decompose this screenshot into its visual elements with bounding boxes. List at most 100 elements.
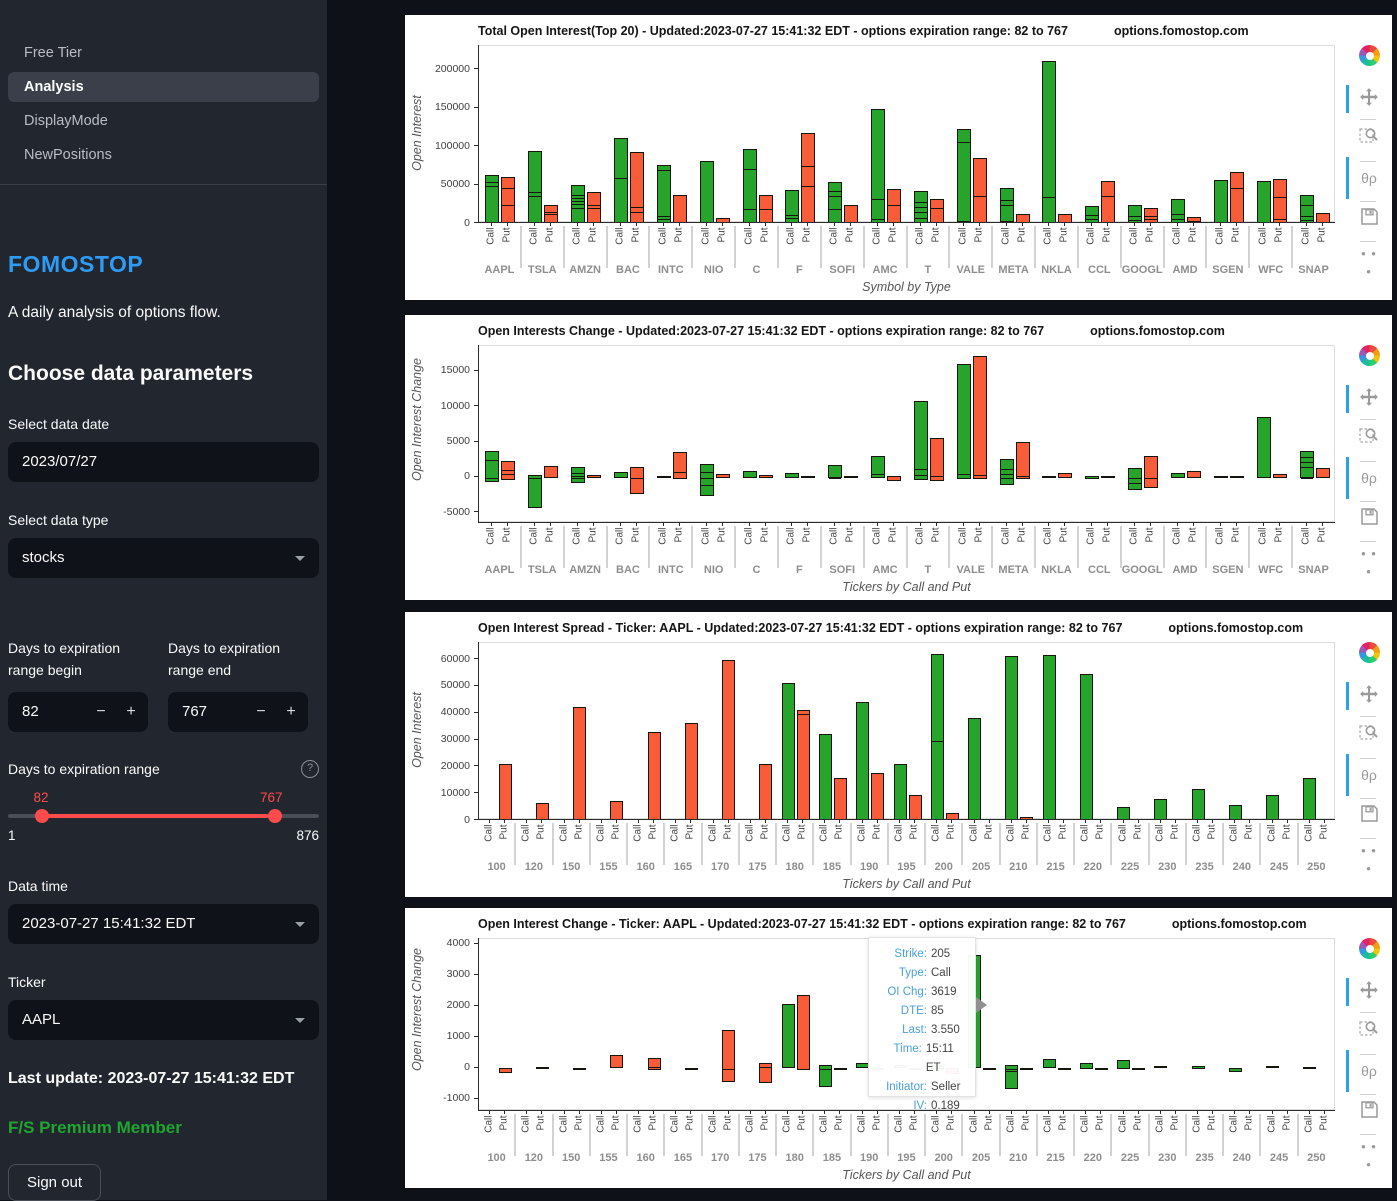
bar-sublabel-call: Call xyxy=(1042,1115,1054,1133)
data-type-select[interactable]: stocks xyxy=(8,538,319,578)
bar-sublabel-call: Call xyxy=(485,227,497,245)
nav-item-free-tier[interactable]: Free Tier xyxy=(8,38,319,68)
x-tick xyxy=(1305,222,1307,226)
bar-sublabel-call: Call xyxy=(1085,227,1097,245)
active-tool-indicator xyxy=(1346,457,1349,499)
bokeh-logo[interactable] xyxy=(1359,938,1380,959)
save-icon[interactable] xyxy=(1357,507,1381,531)
bar-segment-divider xyxy=(630,477,643,479)
bar-segment-divider xyxy=(1129,477,1142,479)
pan-icon[interactable] xyxy=(1357,387,1381,411)
bar-put-155 xyxy=(610,801,624,820)
bar-sublabel-put: Put xyxy=(1243,824,1255,840)
nav-item-analysis[interactable]: Analysis xyxy=(8,72,319,102)
x-tick xyxy=(619,222,621,226)
group-label-225: 225 xyxy=(1120,1152,1140,1164)
brand-title: FOMOSTOP xyxy=(8,251,144,277)
pan-icon[interactable] xyxy=(1357,87,1381,111)
help-icon[interactable]: ? xyxy=(301,760,319,778)
group-label-VALE: VALE xyxy=(956,564,986,576)
bar-sublabel-call: Call xyxy=(1079,824,1091,842)
group-label-170: 170 xyxy=(711,1152,730,1164)
active-tool-indicator xyxy=(1346,754,1349,796)
bar-call-WFC xyxy=(1256,416,1271,479)
data-time-label: Data time xyxy=(8,878,68,894)
x-tick xyxy=(550,222,552,226)
pan-icon[interactable] xyxy=(1357,980,1381,1004)
hover-icon[interactable]: θρ xyxy=(1357,764,1381,788)
bar-sublabel-put: Put xyxy=(647,1115,659,1131)
active-tool-indicator xyxy=(1346,1050,1349,1092)
hover-icon[interactable]: θρ xyxy=(1357,167,1381,191)
sign-out-button[interactable]: Sign out xyxy=(8,1164,102,1201)
data-time-select[interactable]: 2023-07-27 15:41:32 EDT xyxy=(8,904,319,944)
bar-sublabel-call: Call xyxy=(968,824,980,842)
save-icon[interactable] xyxy=(1357,207,1381,231)
x-tick xyxy=(951,819,953,823)
more-icon[interactable]: • • • xyxy=(1357,545,1381,579)
slider-handle-high[interactable] xyxy=(268,809,282,823)
group-label-SNAP: SNAP xyxy=(1298,564,1329,576)
bar-sublabel-put: Put xyxy=(1316,227,1328,243)
bar-segment-divider xyxy=(1172,213,1185,215)
bar-put-INTC xyxy=(672,194,687,224)
bar-segment-divider xyxy=(973,195,986,197)
hover-icon[interactable]: θρ xyxy=(1357,1060,1381,1084)
bar-call-AMD xyxy=(1171,472,1186,479)
more-icon[interactable]: • • • xyxy=(1357,842,1381,876)
dte-end-decrement-button[interactable]: − xyxy=(248,692,274,732)
dte-begin-input[interactable]: 82 − + xyxy=(8,692,148,732)
bar-sublabel-call: Call xyxy=(893,1115,905,1133)
bar-sublabel-put: Put xyxy=(983,1115,995,1131)
bar-segment-divider xyxy=(1273,197,1286,199)
dte-end-input[interactable]: 767 − + xyxy=(168,692,308,732)
save-icon[interactable] xyxy=(1357,1100,1381,1124)
bar-segment-divider xyxy=(1102,195,1115,197)
bar-call-SOFI xyxy=(828,464,843,479)
dte-end-increment-button[interactable]: + xyxy=(278,692,304,732)
bar-sublabel-put: Put xyxy=(535,824,547,840)
nav-item-displaymode[interactable]: DisplayMode xyxy=(8,106,319,136)
x-tick xyxy=(787,819,789,823)
bar-put-GOOGL xyxy=(1144,207,1159,223)
chevron-down-icon xyxy=(295,922,305,927)
y-axis-line xyxy=(478,345,479,522)
hover-icon[interactable]: θρ xyxy=(1357,467,1381,491)
modebar-separator xyxy=(1360,1094,1376,1095)
bar-put-T xyxy=(929,199,944,223)
more-icon[interactable]: • • • xyxy=(1357,1138,1381,1172)
box-zoom-icon[interactable] xyxy=(1357,1018,1381,1042)
bar-sublabel-put: Put xyxy=(630,227,642,243)
x-axis-line xyxy=(478,222,1335,223)
save-icon[interactable] xyxy=(1357,804,1381,828)
data-type-label: Select data type xyxy=(8,512,109,528)
dte-begin-decrement-button[interactable]: − xyxy=(88,692,114,732)
last-update-text: Last update: 2023-07-27 15:41:32 EDT xyxy=(8,1070,295,1087)
bokeh-logo[interactable] xyxy=(1359,642,1380,663)
box-zoom-icon[interactable] xyxy=(1357,722,1381,746)
group-separator xyxy=(551,823,554,865)
bar-sublabel-put: Put xyxy=(930,527,942,543)
bar-call-AMC xyxy=(871,109,886,223)
group-separator xyxy=(862,526,865,568)
tooltip-row: Strike: 205 xyxy=(877,945,967,964)
bar-sublabel-put: Put xyxy=(501,227,513,243)
bar-segment-divider xyxy=(914,217,927,219)
slider-handle-low[interactable] xyxy=(35,809,50,823)
bokeh-logo[interactable] xyxy=(1359,345,1380,366)
more-icon[interactable]: • • • xyxy=(1357,245,1381,279)
group-label-185: 185 xyxy=(822,861,842,873)
nav-item-newpositions[interactable]: NewPositions xyxy=(8,140,319,170)
y-tick xyxy=(474,819,478,820)
box-zoom-icon[interactable] xyxy=(1357,125,1381,149)
group-separator xyxy=(1147,1114,1150,1156)
bar-segment-divider xyxy=(1086,218,1099,220)
bokeh-logo[interactable] xyxy=(1359,45,1380,66)
dte-begin-increment-button[interactable]: + xyxy=(118,692,144,732)
ticker-select[interactable]: AAPL xyxy=(8,1000,319,1040)
pan-icon[interactable] xyxy=(1357,684,1381,708)
box-zoom-icon[interactable] xyxy=(1357,425,1381,449)
x-tick xyxy=(807,522,809,526)
modebar-separator xyxy=(1360,1012,1376,1013)
date-input[interactable]: 2023/07/27 xyxy=(8,442,319,482)
